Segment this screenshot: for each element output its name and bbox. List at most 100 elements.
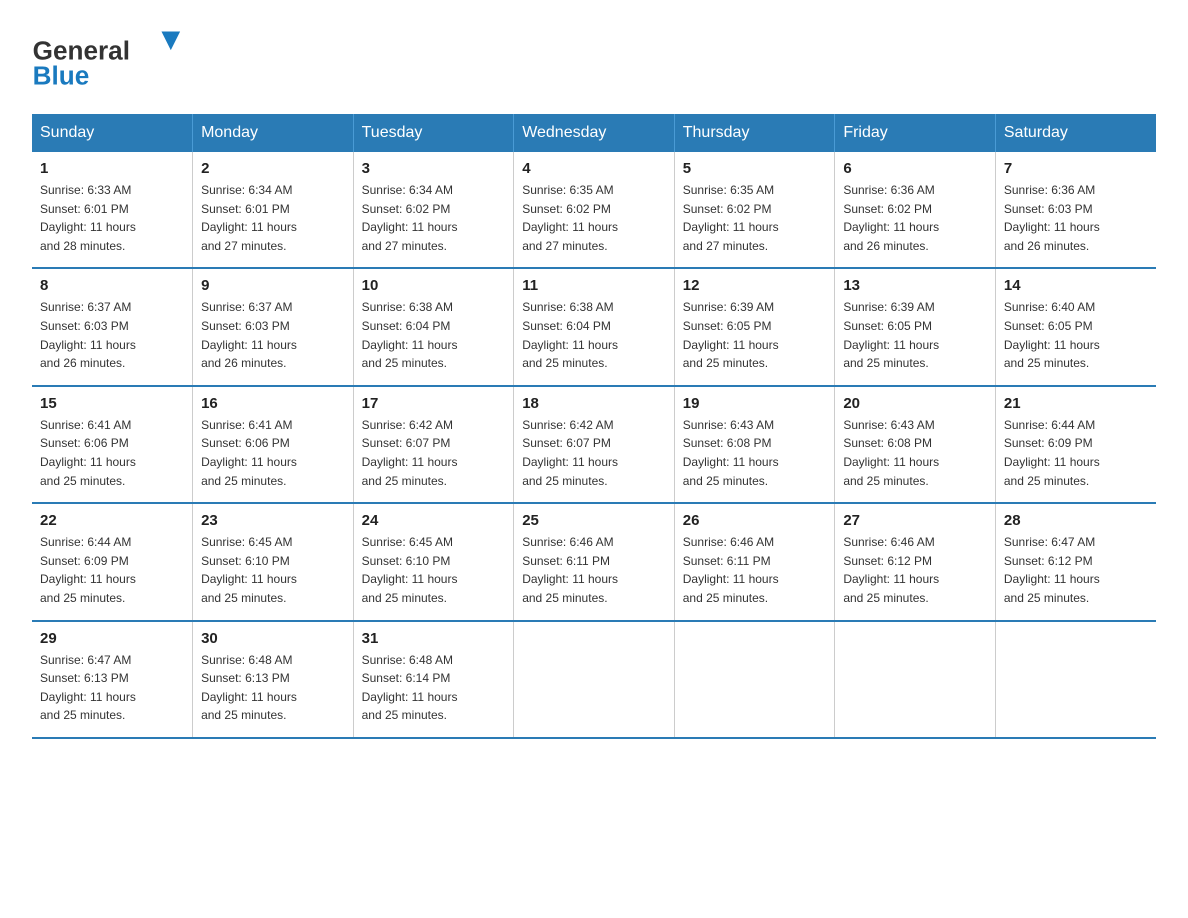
day-cell-9: 9 Sunrise: 6:37 AMSunset: 6:03 PMDaylight… <box>193 268 354 385</box>
day-number: 29 <box>40 630 184 647</box>
day-cell-26: 26Sunrise: 6:46 AMSunset: 6:11 PMDayligh… <box>674 503 835 620</box>
day-number: 10 <box>362 277 506 294</box>
day-cell-30: 30 Sunrise: 6:48 AMSunset: 6:13 PMDayligh… <box>193 621 354 738</box>
day-number: 21 <box>1004 395 1148 412</box>
day-cell-16: 16 Sunrise: 6:41 AMSunset: 6:06 PMDayligh… <box>193 386 354 503</box>
day-info: Sunrise: 6:38 AMSunset: 6:04 PMDaylight:… <box>522 298 666 372</box>
day-cell-29: 29 Sunrise: 6:47 AMSunset: 6:13 PMDayligh… <box>32 621 193 738</box>
day-number: 25 <box>522 512 666 529</box>
day-info: Sunrise: 6:35 AMSunset: 6:02 PMDaylight:… <box>683 181 827 255</box>
day-info: Sunrise: 6:42 AMSunset: 6:07 PMDaylight:… <box>362 416 506 490</box>
day-info: Sunrise: 6:39 AMSunset: 6:05 PMDaylight:… <box>843 298 987 372</box>
day-number: 19 <box>683 395 827 412</box>
day-cell-4: 4 Sunrise: 6:35 AMSunset: 6:02 PMDaylight… <box>514 152 675 268</box>
day-info: Sunrise: 6:41 AMSunset: 6:06 PMDaylight:… <box>201 416 345 490</box>
day-info: Sunrise: 6:48 AMSunset: 6:13 PMDaylight:… <box>201 651 345 725</box>
day-number: 20 <box>843 395 987 412</box>
header-cell-sunday: Sunday <box>32 114 193 152</box>
day-cell-21: 21 Sunrise: 6:44 AMSunset: 6:09 PMDayligh… <box>995 386 1156 503</box>
day-cell-28: 28 Sunrise: 6:47 AMSunset: 6:12 PMDayligh… <box>995 503 1156 620</box>
page-header: General Blue <box>32 24 1156 94</box>
day-info: Sunrise: 6:46 AMSunset: 6:11 PMDaylight:… <box>522 533 666 607</box>
day-number: 17 <box>362 395 506 412</box>
svg-text:Blue: Blue <box>33 61 90 91</box>
day-cell-1: 1Sunrise: 6:33 AMSunset: 6:01 PMDaylight… <box>32 152 193 268</box>
header-cell-saturday: Saturday <box>995 114 1156 152</box>
day-number: 24 <box>362 512 506 529</box>
header-cell-wednesday: Wednesday <box>514 114 675 152</box>
day-cell-20: 20 Sunrise: 6:43 AMSunset: 6:08 PMDayligh… <box>835 386 996 503</box>
logo-svg: General Blue <box>32 24 192 94</box>
day-info: Sunrise: 6:43 AMSunset: 6:08 PMDaylight:… <box>683 416 827 490</box>
day-number: 18 <box>522 395 666 412</box>
day-cell-33 <box>674 621 835 738</box>
day-number: 12 <box>683 277 827 294</box>
header-cell-friday: Friday <box>835 114 996 152</box>
day-number: 14 <box>1004 277 1148 294</box>
day-cell-11: 11 Sunrise: 6:38 AMSunset: 6:04 PMDayligh… <box>514 268 675 385</box>
day-info: Sunrise: 6:37 AMSunset: 6:03 PMDaylight:… <box>40 298 184 372</box>
day-cell-32 <box>514 621 675 738</box>
day-info: Sunrise: 6:37 AMSunset: 6:03 PMDaylight:… <box>201 298 345 372</box>
day-cell-15: 15 Sunrise: 6:41 AMSunset: 6:06 PMDayligh… <box>32 386 193 503</box>
header-cell-tuesday: Tuesday <box>353 114 514 152</box>
week-row-5: 29 Sunrise: 6:47 AMSunset: 6:13 PMDayligh… <box>32 621 1156 738</box>
day-info: Sunrise: 6:42 AMSunset: 6:07 PMDaylight:… <box>522 416 666 490</box>
week-row-1: 1Sunrise: 6:33 AMSunset: 6:01 PMDaylight… <box>32 152 1156 268</box>
day-number: 4 <box>522 160 666 177</box>
day-info: Sunrise: 6:41 AMSunset: 6:06 PMDaylight:… <box>40 416 184 490</box>
day-cell-10: 10 Sunrise: 6:38 AMSunset: 6:04 PMDayligh… <box>353 268 514 385</box>
week-row-2: 8 Sunrise: 6:37 AMSunset: 6:03 PMDaylight… <box>32 268 1156 385</box>
header-row: SundayMondayTuesdayWednesdayThursdayFrid… <box>32 114 1156 152</box>
day-number: 30 <box>201 630 345 647</box>
day-number: 6 <box>843 160 987 177</box>
day-number: 9 <box>201 277 345 294</box>
day-number: 7 <box>1004 160 1148 177</box>
day-number: 28 <box>1004 512 1148 529</box>
day-number: 23 <box>201 512 345 529</box>
day-number: 2 <box>201 160 345 177</box>
day-cell-12: 12 Sunrise: 6:39 AMSunset: 6:05 PMDayligh… <box>674 268 835 385</box>
day-cell-27: 27Sunrise: 6:46 AMSunset: 6:12 PMDayligh… <box>835 503 996 620</box>
day-info: Sunrise: 6:48 AMSunset: 6:14 PMDaylight:… <box>362 651 506 725</box>
day-cell-19: 19 Sunrise: 6:43 AMSunset: 6:08 PMDayligh… <box>674 386 835 503</box>
day-cell-23: 23 Sunrise: 6:45 AMSunset: 6:10 PMDayligh… <box>193 503 354 620</box>
day-cell-35 <box>995 621 1156 738</box>
day-number: 22 <box>40 512 184 529</box>
day-info: Sunrise: 6:47 AMSunset: 6:12 PMDaylight:… <box>1004 533 1148 607</box>
day-number: 13 <box>843 277 987 294</box>
logo: General Blue <box>32 24 192 94</box>
day-info: Sunrise: 6:47 AMSunset: 6:13 PMDaylight:… <box>40 651 184 725</box>
day-cell-6: 6 Sunrise: 6:36 AMSunset: 6:02 PMDaylight… <box>835 152 996 268</box>
week-row-4: 22 Sunrise: 6:44 AMSunset: 6:09 PMDayligh… <box>32 503 1156 620</box>
day-number: 31 <box>362 630 506 647</box>
day-info: Sunrise: 6:36 AMSunset: 6:02 PMDaylight:… <box>843 181 987 255</box>
day-cell-8: 8 Sunrise: 6:37 AMSunset: 6:03 PMDaylight… <box>32 268 193 385</box>
day-info: Sunrise: 6:38 AMSunset: 6:04 PMDaylight:… <box>362 298 506 372</box>
day-number: 11 <box>522 277 666 294</box>
day-number: 16 <box>201 395 345 412</box>
day-cell-14: 14 Sunrise: 6:40 AMSunset: 6:05 PMDayligh… <box>995 268 1156 385</box>
day-cell-24: 24 Sunrise: 6:45 AMSunset: 6:10 PMDayligh… <box>353 503 514 620</box>
day-info: Sunrise: 6:36 AMSunset: 6:03 PMDaylight:… <box>1004 181 1148 255</box>
day-info: Sunrise: 6:45 AMSunset: 6:10 PMDaylight:… <box>201 533 345 607</box>
day-info: Sunrise: 6:44 AMSunset: 6:09 PMDaylight:… <box>40 533 184 607</box>
day-info: Sunrise: 6:39 AMSunset: 6:05 PMDaylight:… <box>683 298 827 372</box>
day-info: Sunrise: 6:34 AMSunset: 6:01 PMDaylight:… <box>201 181 345 255</box>
day-info: Sunrise: 6:43 AMSunset: 6:08 PMDaylight:… <box>843 416 987 490</box>
header-cell-monday: Monday <box>193 114 354 152</box>
day-cell-13: 13 Sunrise: 6:39 AMSunset: 6:05 PMDayligh… <box>835 268 996 385</box>
day-info: Sunrise: 6:40 AMSunset: 6:05 PMDaylight:… <box>1004 298 1148 372</box>
day-number: 15 <box>40 395 184 412</box>
day-number: 8 <box>40 277 184 294</box>
day-number: 27 <box>843 512 987 529</box>
day-cell-31: 31 Sunrise: 6:48 AMSunset: 6:14 PMDayligh… <box>353 621 514 738</box>
day-number: 3 <box>362 160 506 177</box>
day-info: Sunrise: 6:44 AMSunset: 6:09 PMDaylight:… <box>1004 416 1148 490</box>
day-cell-34 <box>835 621 996 738</box>
calendar-table: SundayMondayTuesdayWednesdayThursdayFrid… <box>32 114 1156 739</box>
day-cell-2: 2 Sunrise: 6:34 AMSunset: 6:01 PMDaylight… <box>193 152 354 268</box>
day-info: Sunrise: 6:46 AMSunset: 6:11 PMDaylight:… <box>683 533 827 607</box>
day-info: Sunrise: 6:35 AMSunset: 6:02 PMDaylight:… <box>522 181 666 255</box>
day-info: Sunrise: 6:45 AMSunset: 6:10 PMDaylight:… <box>362 533 506 607</box>
